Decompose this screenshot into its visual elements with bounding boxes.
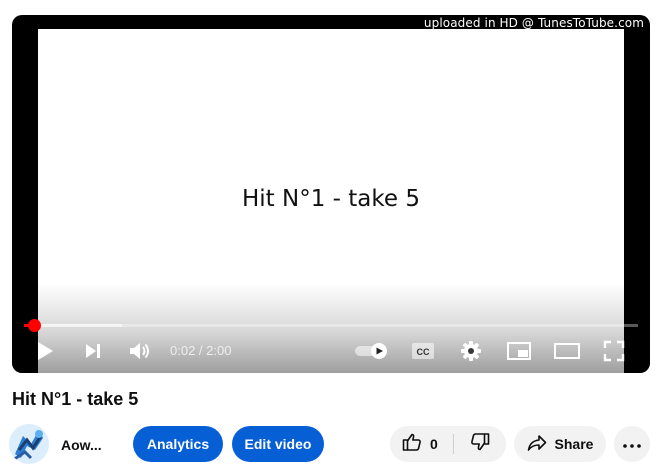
analytics-button[interactable]: Analytics bbox=[133, 426, 223, 462]
captions-button[interactable]: CC bbox=[410, 340, 436, 362]
autoplay-toggle[interactable] bbox=[354, 341, 390, 361]
thumbs-down-icon bbox=[470, 432, 490, 457]
channel-avatar[interactable] bbox=[9, 424, 49, 464]
more-actions-button[interactable] bbox=[614, 426, 650, 462]
edit-video-button[interactable]: Edit video bbox=[232, 426, 324, 462]
more-horizontal-icon bbox=[623, 435, 641, 453]
next-icon bbox=[83, 341, 103, 361]
share-icon bbox=[527, 434, 547, 455]
theater-button[interactable] bbox=[552, 341, 582, 361]
video-player[interactable]: Hit N°1 - take 5 uploaded in HD @ TunesT… bbox=[12, 15, 650, 373]
dislike-button[interactable] bbox=[454, 426, 506, 462]
gear-icon bbox=[460, 340, 482, 362]
volume-icon bbox=[128, 340, 152, 362]
channel-name[interactable]: Aow... bbox=[61, 437, 102, 453]
theater-icon bbox=[553, 342, 581, 360]
thumbs-up-icon bbox=[402, 432, 422, 457]
avatar-image bbox=[9, 424, 49, 464]
next-button[interactable] bbox=[80, 338, 106, 364]
watermark-text: uploaded in HD @ TunesToTube.com bbox=[423, 16, 644, 30]
miniplayer-icon bbox=[506, 341, 532, 361]
video-slide-text: Hit N°1 - take 5 bbox=[242, 186, 420, 212]
volume-button[interactable] bbox=[126, 338, 154, 364]
autoplay-toggle-icon bbox=[354, 342, 390, 360]
share-label: Share bbox=[554, 436, 594, 452]
captions-icon: CC bbox=[411, 342, 435, 360]
progress-bar[interactable] bbox=[24, 319, 638, 332]
miniplayer-button[interactable] bbox=[505, 340, 533, 362]
fullscreen-button[interactable] bbox=[602, 339, 626, 363]
like-dislike-group: 0 bbox=[390, 426, 506, 462]
time-display: 0:02 / 2:00 bbox=[170, 343, 232, 358]
play-icon bbox=[35, 340, 55, 362]
play-button[interactable] bbox=[32, 338, 58, 364]
fullscreen-icon bbox=[603, 340, 625, 362]
settings-button[interactable] bbox=[458, 339, 484, 363]
video-title: Hit N°1 - take 5 bbox=[12, 389, 139, 409]
svg-text:CC: CC bbox=[417, 347, 430, 357]
like-button[interactable]: 0 bbox=[390, 426, 453, 462]
share-button[interactable]: Share bbox=[514, 426, 606, 462]
like-count: 0 bbox=[430, 436, 438, 452]
